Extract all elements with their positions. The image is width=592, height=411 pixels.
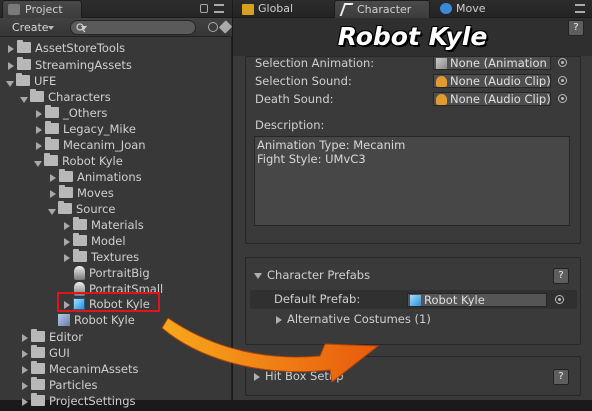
ufe-global-icon [242,4,254,15]
selection-animation-label: Selection Animation: [255,56,375,70]
filter-label-icon[interactable] [218,20,233,34]
folder-icon [31,393,45,406]
expand-arrow-icon[interactable] [36,109,42,118]
help-button[interactable]: ? [553,369,569,385]
collapse-arrow-icon[interactable] [6,80,14,87]
default-prefab-field[interactable]: Robot Kyle [407,293,547,307]
animation-clip-icon [436,58,447,69]
folder-icon [59,185,73,198]
help-button[interactable]: ? [553,268,569,284]
folder-icon [73,217,87,230]
portrait-image-icon [74,265,85,280]
expand-arrow-icon[interactable] [8,44,14,53]
project-toolbar: Create [0,18,233,37]
object-picker-icon[interactable] [558,58,567,67]
project-icon [8,4,20,15]
expand-arrow-icon[interactable] [50,189,56,198]
collapse-arrow-icon[interactable] [20,96,28,103]
expand-arrow-icon[interactable] [36,125,42,134]
lock-icon[interactable] [200,4,208,13]
folder-icon [73,249,87,262]
folder-icon [45,121,59,134]
prefab-icon [58,313,70,326]
expand-arrow-icon[interactable] [50,173,56,182]
menu-icon[interactable] [575,4,585,13]
annotation-arrow [161,317,380,383]
tab-project-label: Project [25,3,63,16]
expand-arrow-icon[interactable] [22,397,28,406]
selection-animation-field[interactable]: None (Animation C [433,56,551,70]
expand-arrow-icon[interactable] [22,365,28,374]
tree-item[interactable]: ProjectSettings [20,391,136,411]
folder-icon [45,105,59,118]
folder-icon [31,329,45,342]
tab-move[interactable]: Move [434,0,530,18]
collapse-arrow-icon[interactable] [34,160,42,167]
folder-icon [58,201,72,214]
object-picker-icon[interactable] [558,94,567,103]
audio-clip-icon [436,94,447,105]
create-button[interactable]: Create [4,20,60,35]
help-button[interactable]: ? [568,20,584,36]
folder-icon [44,153,58,166]
project-tab-bar: Project [0,0,232,18]
object-picker-icon[interactable] [555,295,564,304]
tab-character[interactable]: Character [334,0,430,18]
expand-arrow-icon[interactable] [64,221,70,230]
description-textarea[interactable]: Animation Type: Mecanim Fight Style: UMv… [254,136,570,226]
object-picker-icon[interactable] [558,76,567,85]
filter-type-icon[interactable] [208,22,218,32]
folder-icon [17,57,31,70]
collapse-arrow-icon[interactable] [254,272,262,279]
folder-icon [17,40,31,53]
expand-arrow-icon[interactable] [22,333,28,342]
expand-arrow-icon[interactable] [64,237,70,246]
expand-arrow-icon[interactable] [22,349,28,358]
selection-sound-label: Selection Sound: [255,74,352,88]
character-prefabs-header[interactable]: Character Prefabs [254,268,370,282]
folder-icon [31,377,45,390]
menu-icon[interactable] [214,4,224,13]
search-input[interactable] [70,20,196,35]
collapse-arrow-icon[interactable] [48,208,56,215]
highlight-box [57,292,160,312]
expand-arrow-icon[interactable] [22,381,28,390]
folder-icon [16,73,30,86]
death-sound-label: Death Sound: [255,92,334,106]
character-runner-icon [339,3,354,16]
death-sound-field[interactable]: None (Audio Clip) [433,92,551,106]
tab-global[interactable]: Global [236,0,332,18]
folder-icon [45,137,59,150]
description-label: Description: [255,118,325,132]
folder-icon [73,233,87,246]
move-icon [440,3,452,14]
search-dropdown-icon[interactable] [81,26,87,33]
tab-project[interactable]: Project [2,0,82,18]
expand-arrow-icon[interactable] [64,253,70,262]
folder-icon [31,345,45,358]
folder-icon [31,361,45,374]
folder-icon [59,169,73,182]
folder-icon [30,89,44,102]
character-title: Robot Kyle [337,22,488,51]
expand-arrow-icon[interactable] [36,141,42,150]
audio-clip-icon [436,76,447,87]
expand-arrow-icon[interactable] [8,61,14,70]
selection-sound-field[interactable]: None (Audio Clip) [433,74,551,88]
